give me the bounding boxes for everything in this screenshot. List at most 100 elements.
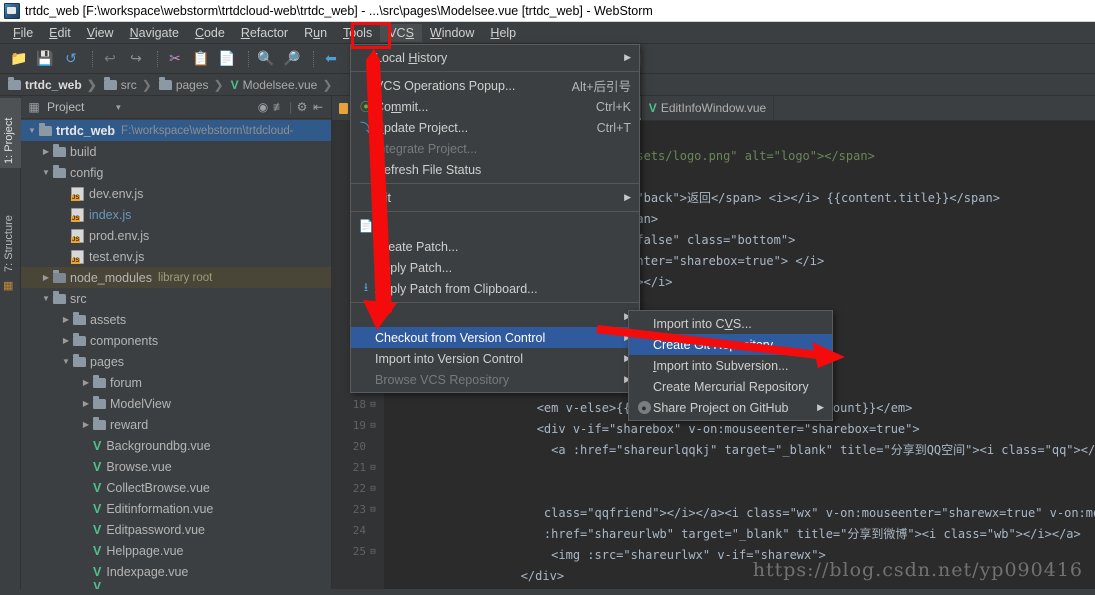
tree-row-pages[interactable]: ▼ pages <box>21 351 331 372</box>
chevron-down-icon[interactable]: ▼ <box>39 168 53 177</box>
chevron-right-icon[interactable]: ▶ <box>59 336 73 345</box>
chevron-right-icon[interactable]: ▶ <box>79 420 93 429</box>
menu-edit[interactable]: Edit <box>41 24 79 42</box>
find-icon[interactable]: 🔍 <box>255 48 277 70</box>
tree-row-config[interactable]: ▼ config <box>21 162 331 183</box>
back-icon[interactable]: ⬅ <box>320 48 342 70</box>
tree-row-build[interactable]: ▶ build <box>21 141 331 162</box>
menu-help[interactable]: Help <box>482 24 524 42</box>
tree-row-index-js[interactable]: index.js <box>21 204 331 225</box>
menu-refactor[interactable]: Refactor <box>233 24 296 42</box>
submenu-item-import-into-cvs[interactable]: Import into CVS... <box>629 313 832 334</box>
menu-window[interactable]: Window <box>422 24 482 42</box>
project-tree[interactable]: ▼ trtdc_web F:\workspace\webstorm\trtdcl… <box>21 119 331 589</box>
menu-navigate[interactable]: Navigate <box>122 24 187 42</box>
tree-row-modelview[interactable]: ▶ ModelView <box>21 393 331 414</box>
locate-target-icon[interactable]: ◉ <box>255 99 271 115</box>
tree-row-editpassword-vue[interactable]: V Editpassword.vue <box>21 519 331 540</box>
chevron-right-icon[interactable]: ▶ <box>79 399 93 408</box>
submenu-item-import-into-subversion[interactable]: Import into Subversion... <box>629 355 832 376</box>
expand-collapse-icon[interactable]: ≢ <box>271 99 287 115</box>
breadcrumb-item-project[interactable]: trtdc_web ❯ <box>8 76 102 92</box>
fold-icon[interactable] <box>366 520 380 541</box>
chevron-right-icon[interactable]: ▶ <box>59 315 73 324</box>
fold-icon[interactable]: ⊟ <box>366 415 380 436</box>
fold-icon[interactable]: ⊟ <box>366 499 380 520</box>
tree-row-node-modules[interactable]: ▶ node_modules library root <box>21 267 331 288</box>
tree-row-browse-vue[interactable]: V Browse.vue <box>21 456 331 477</box>
sync-refresh-icon[interactable]: ↺ <box>60 48 82 70</box>
menu-tools[interactable]: Tools <box>335 24 380 42</box>
menu-item-checkout-from-version-control[interactable]: ▶ <box>351 306 639 327</box>
sidebar-tab-project[interactable]: 1: Project <box>0 98 21 168</box>
tree-row-editinformation-vue[interactable]: V Editinformation.vue <box>21 498 331 519</box>
submenu-item-create-mercurial-repository[interactable]: Create Mercurial Repository <box>629 376 832 397</box>
menu-item-commit[interactable]: ⦿ Commit... Ctrl+K <box>351 96 639 117</box>
menu-run[interactable]: Run <box>296 24 335 42</box>
menu-item-update-project[interactable]: ⤵ Update Project... Ctrl+T <box>351 117 639 138</box>
menu-item-vcs-operations-popup[interactable]: VCS Operations Popup... Alt+后引号 <box>351 75 639 96</box>
menu-item-refresh-file-status[interactable]: Refresh File Status <box>351 159 639 180</box>
tree-row-indexpage-vue[interactable]: V Indexpage.vue <box>21 561 331 582</box>
menu-item-browse-vcs-repository[interactable]: Import into Version Control ▶ <box>351 348 639 369</box>
tree-row-test-env-js[interactable]: test.env.js <box>21 246 331 267</box>
open-folder-icon[interactable]: 📁 <box>8 48 30 70</box>
replace-icon[interactable]: 🔎 <box>281 48 303 70</box>
cut-icon[interactable]: ✂ <box>164 48 186 70</box>
submenu-item-create-git-repository[interactable]: Create Git Repository... <box>629 334 832 355</box>
tree-row-partial[interactable]: V <box>21 582 331 589</box>
menu-file[interactable]: File <box>5 24 41 42</box>
menu-view[interactable]: View <box>79 24 122 42</box>
chevron-down-icon[interactable]: ▼ <box>110 99 126 115</box>
tree-row-assets[interactable]: ▶ assets <box>21 309 331 330</box>
menu-code[interactable]: Code <box>187 24 233 42</box>
copy-icon[interactable]: 📋 <box>190 48 212 70</box>
tree-row-components[interactable]: ▶ components <box>21 330 331 351</box>
menu-item-import-into-version-control[interactable]: Checkout from Version Control ▶ <box>351 327 639 348</box>
chevron-down-icon[interactable]: ▼ <box>59 357 73 366</box>
tree-row-dev-env-js[interactable]: dev.env.js <box>21 183 331 204</box>
project-panel-header[interactable]: ▦ Project ▼ ◉ ≢ | ⚙ ⇤ <box>21 96 331 119</box>
redo-icon[interactable]: ↪ <box>125 48 147 70</box>
undo-icon[interactable]: ↩ <box>99 48 121 70</box>
tree-row-trtdc-web[interactable]: ▼ trtdc_web F:\workspace\webstorm\trtdcl… <box>21 120 331 141</box>
menu-item-local-history[interactable]: Local History ▶ <box>351 47 639 68</box>
menu-item-apply-patch-from-clipboard[interactable]: Apply Patch... <box>351 257 639 278</box>
fold-icon[interactable] <box>366 436 380 457</box>
fold-icon[interactable]: ⊟ <box>366 457 380 478</box>
chevron-right-icon[interactable]: ▶ <box>79 378 93 387</box>
tree-row-prod-env-js[interactable]: prod.env.js <box>21 225 331 246</box>
chevron-down-icon[interactable]: ▼ <box>25 126 39 135</box>
tree-row-collectbrowse-vue[interactable]: V CollectBrowse.vue <box>21 477 331 498</box>
sidebar-tab-structure[interactable]: 7: Structure <box>0 191 21 276</box>
tree-row-src[interactable]: ▼ src <box>21 288 331 309</box>
menu-bar[interactable]: File Edit View Navigate Code Refactor Ru… <box>0 22 1095 44</box>
tree-row-reward[interactable]: ▶ reward <box>21 414 331 435</box>
tree-row-backgroundbg-vue[interactable]: V Backgroundbg.vue <box>21 435 331 456</box>
breadcrumb-item-pages[interactable]: pages ❯ <box>158 76 229 92</box>
breadcrumb-item-src[interactable]: src ❯ <box>103 76 157 92</box>
submenu-item-share-project-on-github[interactable]: ● Share Project on GitHub ▶ <box>629 397 832 418</box>
tree-row-helppage-vue[interactable]: V Helppage.vue <box>21 540 331 561</box>
gear-icon[interactable]: ⚙ <box>294 99 310 115</box>
chevron-right-icon[interactable]: ▶ <box>39 147 53 156</box>
tree-row-forum[interactable]: ▶ forum <box>21 372 331 393</box>
editor-tab-editinfowindow-vue[interactable]: V EditInfoWindow.vue <box>642 96 775 120</box>
breadcrumb-item-file[interactable]: V Modelsee.vue ❯ <box>231 78 338 92</box>
hide-panel-icon[interactable]: ⇤ <box>310 99 326 115</box>
project-panel[interactable]: ▦ Project ▼ ◉ ≢ | ⚙ ⇤ ▼ trtdc_web F:\wor… <box>21 96 332 589</box>
paste-icon[interactable]: 📄 <box>216 48 238 70</box>
left-tool-strip[interactable]: 1: Project 7: Structure ▦ <box>0 96 21 589</box>
vcs-dropdown-menu[interactable]: Local History ▶ VCS Operations Popup... … <box>350 44 640 393</box>
menu-item-apply-patch[interactable]: Create Patch... <box>351 236 639 257</box>
menu-item-create-patch[interactable]: 📄 <box>351 215 639 236</box>
chevron-down-icon[interactable]: ▼ <box>39 294 53 303</box>
chevron-right-icon[interactable]: ▶ <box>39 273 53 282</box>
fold-icon[interactable]: ⊟ <box>366 478 380 499</box>
fold-icon[interactable]: ⊟ <box>366 394 380 415</box>
save-all-icon[interactable]: 💾 <box>34 48 56 70</box>
menu-vcs[interactable]: VCS <box>380 23 422 42</box>
fold-icon[interactable]: ⊟ <box>366 541 380 562</box>
menu-item-shelve-changes[interactable]: ⭳ Apply Patch from Clipboard... <box>351 278 639 299</box>
menu-item-git[interactable]: Git ▶ <box>351 187 639 208</box>
